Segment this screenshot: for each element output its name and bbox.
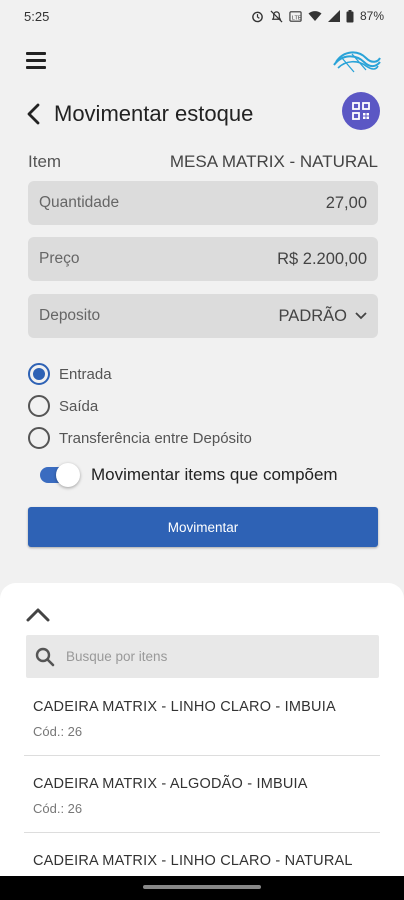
item-row: Item MESA MATRIX - NATURAL — [28, 150, 378, 174]
radio-label: Saída — [59, 397, 99, 415]
qr-code-icon — [352, 102, 370, 120]
status-bar: 5:25 LTE 87% — [0, 0, 404, 32]
search-input[interactable] — [66, 649, 346, 664]
battery-percent: 87% — [359, 9, 384, 23]
search-icon — [35, 647, 55, 666]
quantity-value: 27,00 — [325, 193, 367, 212]
item-code: Cód.: 26 — [33, 801, 83, 816]
list-item[interactable]: CADEIRA MATRIX - ALGODÃO - IMBUIA Cód.: … — [24, 756, 380, 833]
title-row: Movimentar estoque — [0, 92, 404, 136]
page-title: Movimentar estoque — [54, 101, 254, 126]
home-handle[interactable] — [143, 885, 261, 889]
item-label: Item — [28, 152, 62, 171]
deposit-select[interactable]: Deposito PADRÃO — [28, 294, 378, 338]
toggle-label: Movimentar items que compõem — [91, 465, 338, 484]
hamburger-menu-icon[interactable] — [26, 52, 46, 69]
wifi-icon — [308, 11, 322, 21]
status-time: 5:25 — [24, 8, 50, 24]
app-header — [0, 44, 404, 78]
price-field[interactable]: Preço R$ 2.200,00 — [28, 237, 378, 281]
items-list: CADEIRA MATRIX - LINHO CLARO - IMBUIA Có… — [0, 679, 404, 900]
radio-unchecked-icon — [28, 395, 50, 417]
price-label: Preço — [39, 250, 80, 267]
system-nav-bar — [0, 876, 404, 900]
deposit-label: Deposito — [39, 307, 101, 324]
alarm-icon — [252, 11, 263, 22]
list-item[interactable]: CADEIRA MATRIX - LINHO CLARO - IMBUIA Có… — [24, 679, 380, 756]
muted-notification-icon — [270, 10, 283, 22]
movimentar-button[interactable]: Movimentar — [28, 507, 378, 547]
radio-label: Entrada — [59, 365, 112, 383]
search-box — [26, 635, 379, 678]
item-name: CADEIRA MATRIX - LINHO CLARO - NATURAL — [33, 853, 353, 869]
data-saver-icon: LTE — [289, 10, 302, 22]
item-value: MESA MATRIX - NATURAL — [169, 152, 378, 171]
radio-saida[interactable]: Saída — [28, 390, 252, 422]
items-bottom-sheet: CADEIRA MATRIX - LINHO CLARO - IMBUIA Có… — [0, 583, 404, 900]
compose-items-toggle[interactable] — [40, 460, 80, 490]
radio-checked-icon — [28, 363, 50, 385]
deposit-value: PADRÃO — [278, 306, 347, 325]
chevron-up-icon[interactable] — [25, 607, 51, 623]
radio-label: Transferência entre Depósito — [59, 429, 252, 447]
item-name: CADEIRA MATRIX - LINHO CLARO - IMBUIA — [33, 699, 336, 715]
qr-code-button[interactable] — [342, 92, 380, 130]
signal-icon — [327, 10, 340, 22]
radio-unchecked-icon — [28, 427, 50, 449]
movement-type-radio-group: Entrada Saída Transferência entre Depósi… — [28, 358, 252, 454]
brand-logo-icon — [333, 51, 381, 73]
item-code: Cód.: 26 — [33, 724, 83, 739]
toggle-row: Movimentar items que compõem — [40, 460, 338, 490]
status-icons: LTE 87% — [251, 9, 384, 23]
quantity-label: Quantidade — [39, 194, 120, 211]
svg-text:LTE: LTE — [292, 15, 302, 21]
radio-entrada[interactable]: Entrada — [28, 358, 252, 390]
battery-icon — [346, 9, 354, 22]
chevron-left-icon[interactable] — [24, 102, 44, 126]
item-name: CADEIRA MATRIX - ALGODÃO - IMBUIA — [33, 776, 308, 792]
radio-transferencia[interactable]: Transferência entre Depósito — [28, 422, 252, 454]
chevron-down-icon — [355, 312, 367, 320]
quantity-field[interactable]: Quantidade 27,00 — [28, 181, 378, 225]
price-value: R$ 2.200,00 — [277, 249, 367, 268]
